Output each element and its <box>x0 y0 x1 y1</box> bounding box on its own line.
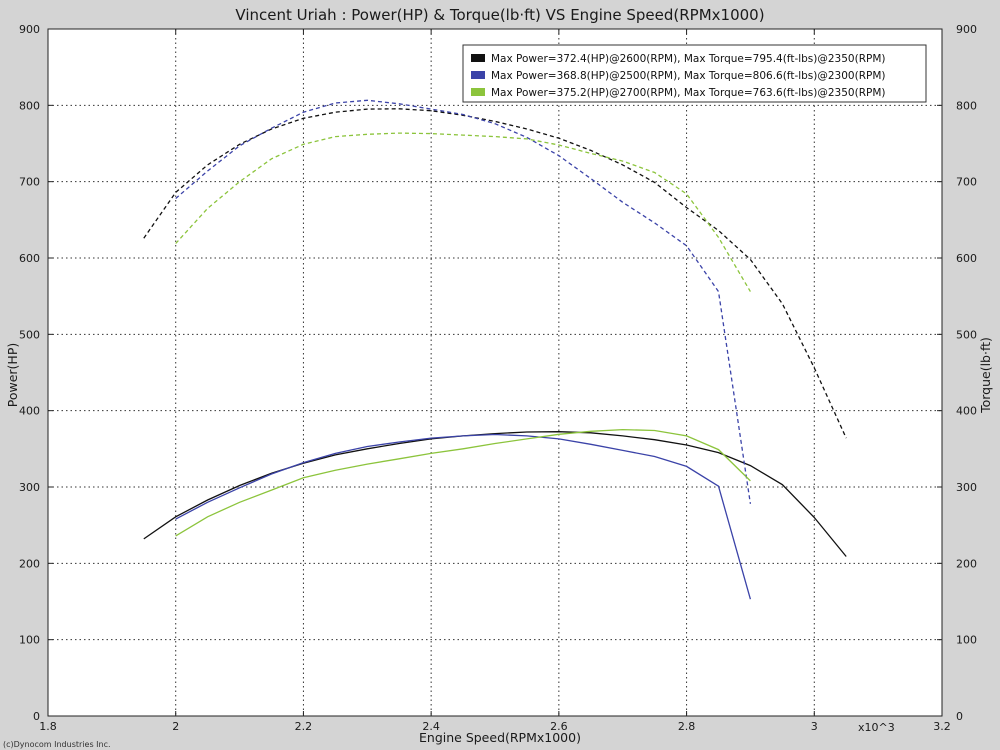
y-tick-label: 400 <box>19 405 40 418</box>
x-axis-label: Engine Speed(RPMx1000) <box>419 730 581 745</box>
y-tick-label: 700 <box>19 176 40 189</box>
y-tick-label: 300 <box>19 481 40 494</box>
legend-swatch-2 <box>471 71 485 79</box>
legend: Max Power=372.4(HP)@2600(RPM), Max Torqu… <box>462 44 927 103</box>
legend-label-3: Max Power=375.2(HP)@2700(RPM), Max Torqu… <box>491 87 885 99</box>
legend-swatch-3 <box>471 88 485 96</box>
legend-label-1: Max Power=372.4(HP)@2600(RPM), Max Torqu… <box>491 53 885 65</box>
x-tick-label: 2.2 <box>295 720 313 733</box>
y2-tick-label: 500 <box>956 328 977 341</box>
x-tick-label: 2.8 <box>678 720 696 733</box>
y-tick-label: 200 <box>19 557 40 570</box>
y-tick-label: 900 <box>19 23 40 36</box>
y-tick-label: 100 <box>19 634 40 647</box>
x-tick-label: 3 <box>811 720 818 733</box>
y-axis-label: Power(HP) <box>5 343 20 407</box>
y2-tick-label: 100 <box>956 634 977 647</box>
y-tick-label: 800 <box>19 99 40 112</box>
legend-swatch-1 <box>471 54 485 62</box>
x-tick-label: 2 <box>172 720 179 733</box>
y2-tick-label: 800 <box>956 99 977 112</box>
y-tick-label: 500 <box>19 328 40 341</box>
y2-tick-label: 300 <box>956 481 977 494</box>
y2-tick-label: 200 <box>956 557 977 570</box>
y2-tick-label: 600 <box>956 252 977 265</box>
y2-axis-label: Torque(lb·ft) <box>978 337 993 414</box>
plot-area <box>47 28 943 717</box>
x-multiplier-label: x10^3 <box>858 721 895 734</box>
dyno-chart: 1.8 2 2.2 2.4 2.6 2.8 3 3.20 0100 100200 200300 300… <box>0 0 1000 750</box>
y2-tick-label: 700 <box>956 176 977 189</box>
x-tick-label: 1.8 <box>39 720 57 733</box>
y-tick-label: 0 <box>33 710 40 723</box>
chart-title: Vincent Uriah : Power(HP) & Torque(lb·ft… <box>235 6 764 24</box>
copyright-text: (c)Dynocom Industries Inc. <box>3 740 111 749</box>
y2-tick-label: 0 <box>956 710 963 723</box>
x-tick-label: 3.2 <box>933 720 951 733</box>
y-tick-label: 600 <box>19 252 40 265</box>
y2-tick-label: 900 <box>956 23 977 36</box>
y2-tick-label: 400 <box>956 405 977 418</box>
legend-label-2: Max Power=368.8(HP)@2500(RPM), Max Torqu… <box>491 70 885 82</box>
